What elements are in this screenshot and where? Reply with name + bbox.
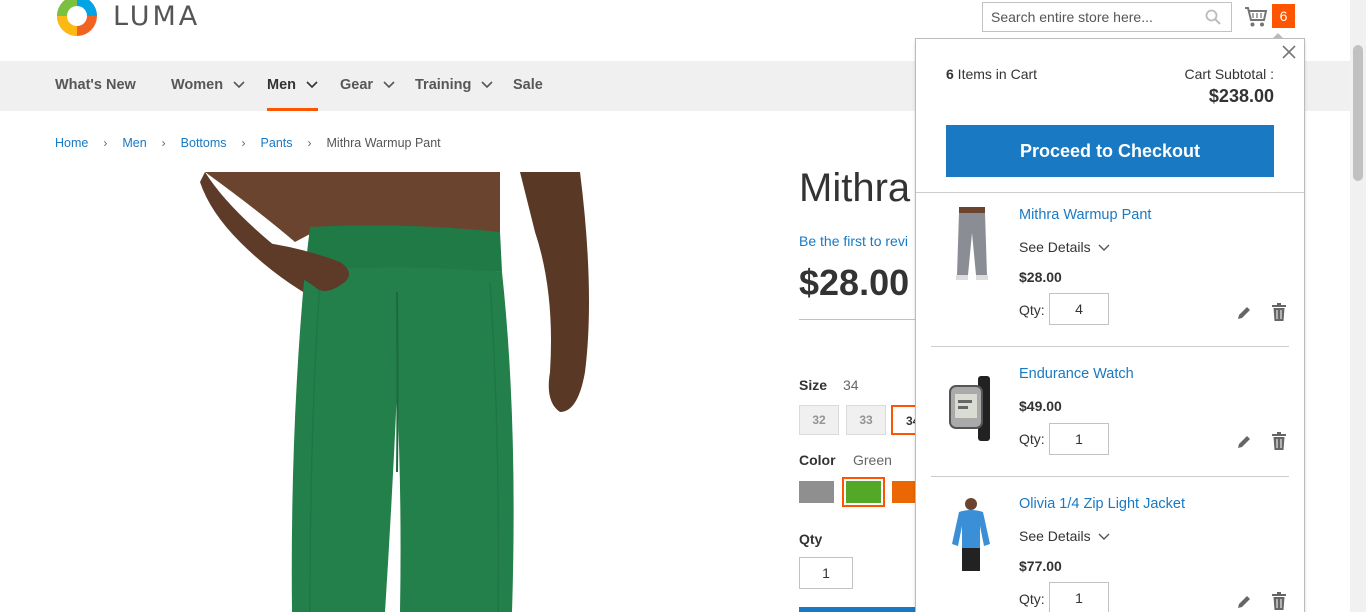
breadcrumb-bottoms[interactable]: Bottoms bbox=[181, 136, 227, 150]
cart-subtotal-value: $238.00 bbox=[1208, 86, 1274, 106]
color-swatch-green[interactable] bbox=[842, 477, 885, 507]
size-label: Size bbox=[799, 377, 828, 393]
breadcrumb: Home › Men › Bottoms › Pants › Mithra Wa… bbox=[55, 136, 441, 150]
add-to-cart-button[interactable] bbox=[799, 607, 929, 612]
color-label: Color bbox=[799, 452, 836, 468]
nav-item-women[interactable]: Women bbox=[171, 61, 245, 111]
breadcrumb-separator: › bbox=[307, 136, 312, 150]
breadcrumb-current: Mithra Warmup Pant bbox=[326, 136, 441, 150]
cart-item-price: $49.00 bbox=[1019, 398, 1062, 414]
cart-item-price: $28.00 bbox=[1019, 269, 1062, 285]
items-in-cart: 6 Items in Cart bbox=[946, 66, 1037, 82]
nav-item-label: Sale bbox=[513, 77, 543, 93]
see-details-label: See Details bbox=[1019, 239, 1091, 255]
trash-icon[interactable] bbox=[1271, 432, 1287, 450]
search-icon[interactable] bbox=[1205, 9, 1221, 25]
edit-pencil-icon[interactable] bbox=[1236, 594, 1252, 610]
items-count-label: Items in Cart bbox=[953, 66, 1038, 82]
nav-item-label: Women bbox=[171, 77, 224, 93]
cart-item-qty-input[interactable]: 1 bbox=[1049, 582, 1109, 612]
chevron-down-icon bbox=[481, 81, 494, 89]
luma-logo[interactable]: LUMA bbox=[55, 0, 200, 38]
see-details-toggle[interactable]: See Details bbox=[1019, 239, 1110, 255]
close-icon[interactable] bbox=[1279, 42, 1299, 62]
logo-text: LUMA bbox=[113, 0, 201, 32]
chevron-down-icon bbox=[1098, 244, 1110, 251]
size-swatch-32[interactable]: 32 bbox=[799, 405, 839, 435]
qty-label: Qty bbox=[799, 531, 823, 547]
item-divider bbox=[931, 346, 1289, 347]
product-image[interactable] bbox=[200, 172, 590, 612]
qty-input[interactable]: 1 bbox=[799, 557, 853, 589]
chevron-down-icon bbox=[1098, 533, 1110, 540]
breadcrumb-men[interactable]: Men bbox=[122, 136, 146, 150]
nav-item-label: What's New bbox=[55, 77, 136, 93]
divider bbox=[799, 319, 929, 320]
cart-item-qty-label: Qty: bbox=[1019, 302, 1045, 318]
color-swatch-orange[interactable] bbox=[892, 481, 915, 503]
cart-counter-badge: 6 bbox=[1272, 4, 1295, 28]
proceed-to-checkout-button[interactable]: Proceed to Checkout bbox=[946, 125, 1274, 177]
search-input[interactable] bbox=[983, 3, 1193, 31]
nav-item-sale[interactable]: Sale bbox=[513, 61, 543, 111]
nav-item-gear[interactable]: Gear bbox=[340, 61, 395, 111]
chevron-down-icon bbox=[383, 81, 395, 89]
nav-item-men[interactable]: Men bbox=[267, 61, 319, 111]
breadcrumb-separator: › bbox=[161, 136, 166, 150]
cart-item-qty-label: Qty: bbox=[1019, 431, 1045, 447]
page-scrollbar[interactable] bbox=[1350, 0, 1366, 612]
item-divider bbox=[931, 476, 1289, 477]
search-box[interactable] bbox=[982, 2, 1232, 32]
cart-item-name[interactable]: Mithra Warmup Pant bbox=[1019, 207, 1151, 223]
minicart-dropdown: 6 Items in Cart Cart Subtotal : $238.00 … bbox=[915, 33, 1305, 612]
cart-item-name[interactable]: Olivia 1/4 Zip Light Jacket bbox=[1019, 496, 1185, 512]
nav-item-label: Gear bbox=[340, 77, 374, 93]
size-swatch-33[interactable]: 33 bbox=[846, 405, 886, 435]
trash-icon[interactable] bbox=[1271, 592, 1287, 610]
product-title: Mithra bbox=[799, 166, 911, 210]
edit-pencil-icon[interactable] bbox=[1236, 434, 1252, 450]
chevron-down-icon bbox=[306, 81, 318, 89]
color-selected-value: Green bbox=[853, 452, 892, 468]
edit-pencil-icon[interactable] bbox=[1236, 305, 1252, 321]
see-details-label: See Details bbox=[1019, 528, 1091, 544]
shopping-cart-icon bbox=[1245, 7, 1268, 27]
nav-item-training[interactable]: Training bbox=[415, 61, 494, 111]
product-thumbnail[interactable] bbox=[949, 207, 994, 282]
cart-item-qty-input[interactable]: 4 bbox=[1049, 293, 1109, 325]
scrollbar-thumb[interactable] bbox=[1353, 45, 1363, 181]
breadcrumb-pants[interactable]: Pants bbox=[261, 136, 293, 150]
nav-item-label: Men bbox=[267, 77, 296, 93]
luma-logo-icon bbox=[57, 0, 97, 36]
color-swatch-gray[interactable] bbox=[799, 481, 834, 503]
see-details-toggle[interactable]: See Details bbox=[1019, 528, 1110, 544]
breadcrumb-home[interactable]: Home bbox=[55, 136, 88, 150]
cart-subtotal-label: Cart Subtotal : bbox=[1184, 66, 1275, 82]
cart-item-name[interactable]: Endurance Watch bbox=[1019, 366, 1134, 382]
size-selected-value: 34 bbox=[843, 377, 859, 393]
product-thumbnail[interactable] bbox=[948, 371, 993, 446]
cart-item-qty-label: Qty: bbox=[1019, 591, 1045, 607]
first-review-link[interactable]: Be the first to revi bbox=[799, 233, 908, 249]
items-count-number: 6 bbox=[946, 66, 954, 82]
breadcrumb-separator: › bbox=[103, 136, 108, 150]
green-pants-photo bbox=[200, 172, 589, 612]
chevron-down-icon bbox=[233, 81, 245, 89]
breadcrumb-separator: › bbox=[241, 136, 246, 150]
cart-item-qty-input[interactable]: 1 bbox=[1049, 423, 1109, 455]
product-thumbnail[interactable] bbox=[946, 496, 996, 571]
nav-item-whats-new[interactable]: What's New bbox=[55, 61, 136, 111]
cart-item-price: $77.00 bbox=[1019, 558, 1062, 574]
nav-item-label: Training bbox=[415, 77, 472, 93]
trash-icon[interactable] bbox=[1271, 303, 1287, 321]
cart-list-divider bbox=[916, 192, 1304, 193]
product-price: $28.00 bbox=[799, 262, 910, 303]
